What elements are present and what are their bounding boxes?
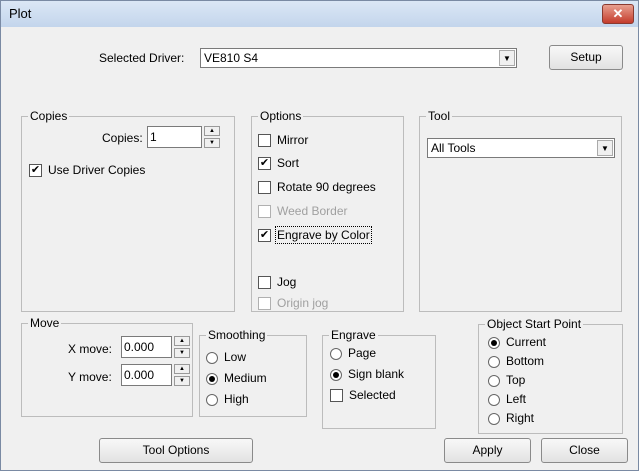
title-bar: Plot ✕ [1, 1, 638, 27]
start-bottom-label: Bottom [506, 354, 545, 368]
object-start-point-group-label: Object Start Point [485, 317, 584, 331]
check-icon: ✔ [30, 164, 41, 176]
setup-button[interactable]: Setup [549, 45, 623, 70]
check-icon: ✔ [259, 157, 270, 169]
engrave-selected-label: Selected [349, 388, 396, 402]
copies-stepper[interactable]: ▲ ▼ [204, 126, 220, 148]
start-left-radio[interactable] [488, 394, 500, 406]
copies-group-label: Copies [28, 109, 70, 123]
tool-options-button[interactable]: Tool Options [99, 438, 253, 463]
copies-input[interactable]: 1 [147, 126, 202, 148]
start-current-label: Current [506, 335, 547, 349]
engrave-page-radio[interactable] [330, 348, 342, 360]
chevron-down-icon[interactable]: ▼ [597, 140, 613, 156]
spin-up-icon[interactable]: ▲ [174, 336, 190, 346]
spin-down-icon[interactable]: ▼ [174, 348, 190, 358]
options-group-label: Options [258, 109, 304, 123]
start-top-label: Top [506, 373, 526, 387]
mirror-checkbox[interactable] [258, 134, 271, 147]
mirror-label: Mirror [277, 133, 309, 147]
use-driver-copies-checkbox[interactable]: ✔ [29, 164, 42, 177]
chevron-down-icon[interactable]: ▼ [499, 50, 515, 66]
copies-value: 1 [150, 130, 157, 144]
sort-checkbox[interactable]: ✔ [258, 157, 271, 170]
radio-selected-dot [209, 376, 215, 382]
start-right-radio[interactable] [488, 413, 500, 425]
spin-down-icon[interactable]: ▼ [174, 376, 190, 386]
rotate-90-label: Rotate 90 degrees [277, 180, 376, 194]
y-move-stepper[interactable]: ▲ ▼ [174, 364, 190, 386]
close-window-button[interactable]: ✕ [602, 4, 634, 24]
radio-selected-dot [491, 340, 497, 346]
start-bottom-radio[interactable] [488, 356, 500, 368]
spin-down-icon[interactable]: ▼ [204, 138, 220, 148]
start-right-label: Right [506, 411, 535, 425]
engrave-sign-blank-label: Sign blank [348, 367, 405, 381]
close-icon[interactable]: ✕ [613, 6, 624, 21]
selected-driver-label: Selected Driver: [99, 51, 185, 65]
start-current-radio[interactable] [488, 337, 500, 349]
plot-dialog: Plot ✕ Selected Driver: VE810 S4 ▼ Setup… [0, 0, 639, 471]
x-move-label: X move: [68, 342, 113, 356]
y-move-input[interactable]: 0.000 [121, 364, 172, 386]
tool-value: All Tools [431, 141, 476, 155]
tool-group-label: Tool [426, 109, 453, 123]
weed-border-checkbox [258, 205, 271, 218]
origin-jog-label: Origin jog [277, 296, 329, 310]
smoothing-medium-radio[interactable] [206, 373, 218, 385]
engrave-by-color-checkbox[interactable]: ✔ [258, 229, 271, 242]
radio-selected-dot [333, 372, 339, 378]
smoothing-medium-label: Medium [224, 371, 267, 385]
smoothing-high-label: High [224, 392, 249, 406]
spin-up-icon[interactable]: ▲ [174, 364, 190, 374]
apply-button[interactable]: Apply [444, 438, 531, 463]
setup-button-label: Setup [570, 50, 602, 64]
tool-options-label: Tool Options [142, 443, 210, 457]
smoothing-group-label: Smoothing [206, 328, 268, 342]
selected-driver-dropdown[interactable]: VE810 S4 ▼ [200, 48, 517, 68]
smoothing-low-label: Low [224, 350, 247, 364]
engrave-by-color-label: Engrave by Color [275, 226, 372, 244]
jog-label: Jog [277, 275, 297, 289]
origin-jog-checkbox [258, 297, 271, 310]
rotate-90-checkbox[interactable] [258, 181, 271, 194]
engrave-group-label: Engrave [329, 328, 378, 342]
close-label: Close [569, 443, 600, 457]
engrave-sign-blank-radio[interactable] [330, 369, 342, 381]
apply-label: Apply [472, 443, 503, 457]
selected-driver-value: VE810 S4 [204, 51, 259, 65]
spin-up-icon[interactable]: ▲ [204, 126, 220, 136]
sort-label: Sort [277, 156, 300, 170]
tool-dropdown[interactable]: All Tools ▼ [427, 138, 615, 158]
smoothing-high-radio[interactable] [206, 394, 218, 406]
copies-label: Copies: [102, 131, 143, 145]
engrave-page-label: Page [348, 346, 377, 360]
jog-checkbox[interactable] [258, 276, 271, 289]
x-move-input[interactable]: 0.000 [121, 336, 172, 358]
x-move-value: 0.000 [124, 340, 155, 354]
start-left-label: Left [506, 392, 527, 406]
engrave-selected-checkbox[interactable] [330, 389, 343, 402]
use-driver-copies-label: Use Driver Copies [48, 163, 146, 177]
smoothing-low-radio[interactable] [206, 352, 218, 364]
move-group-label: Move [28, 316, 62, 330]
check-icon: ✔ [259, 229, 270, 241]
close-button[interactable]: Close [541, 438, 628, 463]
start-top-radio[interactable] [488, 375, 500, 387]
copies-group: Copies [21, 109, 235, 312]
x-move-stepper[interactable]: ▲ ▼ [174, 336, 190, 358]
window-title: Plot [9, 6, 32, 21]
y-move-value: 0.000 [124, 368, 155, 382]
y-move-label: Y move: [68, 370, 112, 384]
weed-border-label: Weed Border [277, 204, 348, 218]
